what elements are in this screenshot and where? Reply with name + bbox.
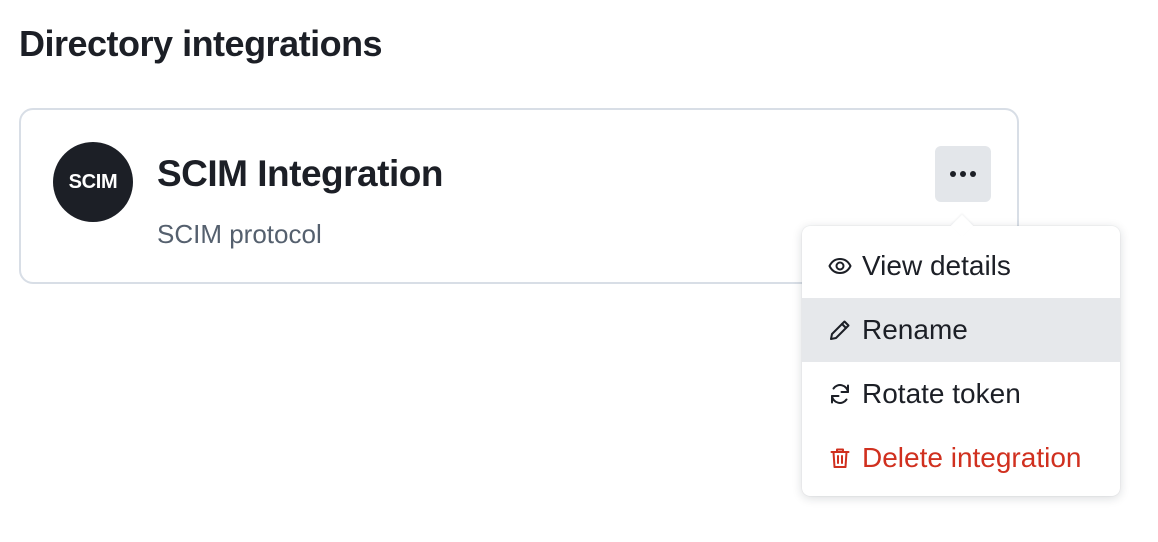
scim-logo-text: SCIM bbox=[68, 170, 118, 193]
pencil-icon bbox=[828, 318, 852, 342]
scim-logo: SCIM bbox=[53, 142, 133, 222]
menu-item-rotate-token[interactable]: Rotate token bbox=[802, 362, 1120, 426]
page-title: Directory integrations bbox=[19, 23, 383, 64]
menu-item-rename[interactable]: Rename bbox=[802, 298, 1120, 362]
page: Directory integrations SCIM SCIM Integra… bbox=[0, 0, 1158, 542]
menu-item-view-details[interactable]: View details bbox=[802, 234, 1120, 298]
actions-menu: View details Rename Rotate token Delete … bbox=[802, 214, 1120, 496]
menu-item-label: View details bbox=[862, 250, 1011, 281]
menu-item-delete-integration[interactable]: Delete integration bbox=[802, 426, 1120, 490]
menu-item-label: Rotate token bbox=[862, 378, 1021, 409]
refresh-icon bbox=[828, 382, 852, 406]
ellipsis-horizontal-icon bbox=[949, 170, 977, 178]
menu-item-label: Delete integration bbox=[862, 442, 1082, 473]
trash-icon bbox=[828, 446, 852, 470]
menu-item-label: Rename bbox=[862, 314, 968, 345]
integration-title: SCIM Integration bbox=[157, 153, 443, 194]
eye-icon bbox=[828, 254, 852, 278]
more-actions-button[interactable] bbox=[935, 146, 991, 202]
integration-subtitle: SCIM protocol bbox=[157, 219, 322, 249]
